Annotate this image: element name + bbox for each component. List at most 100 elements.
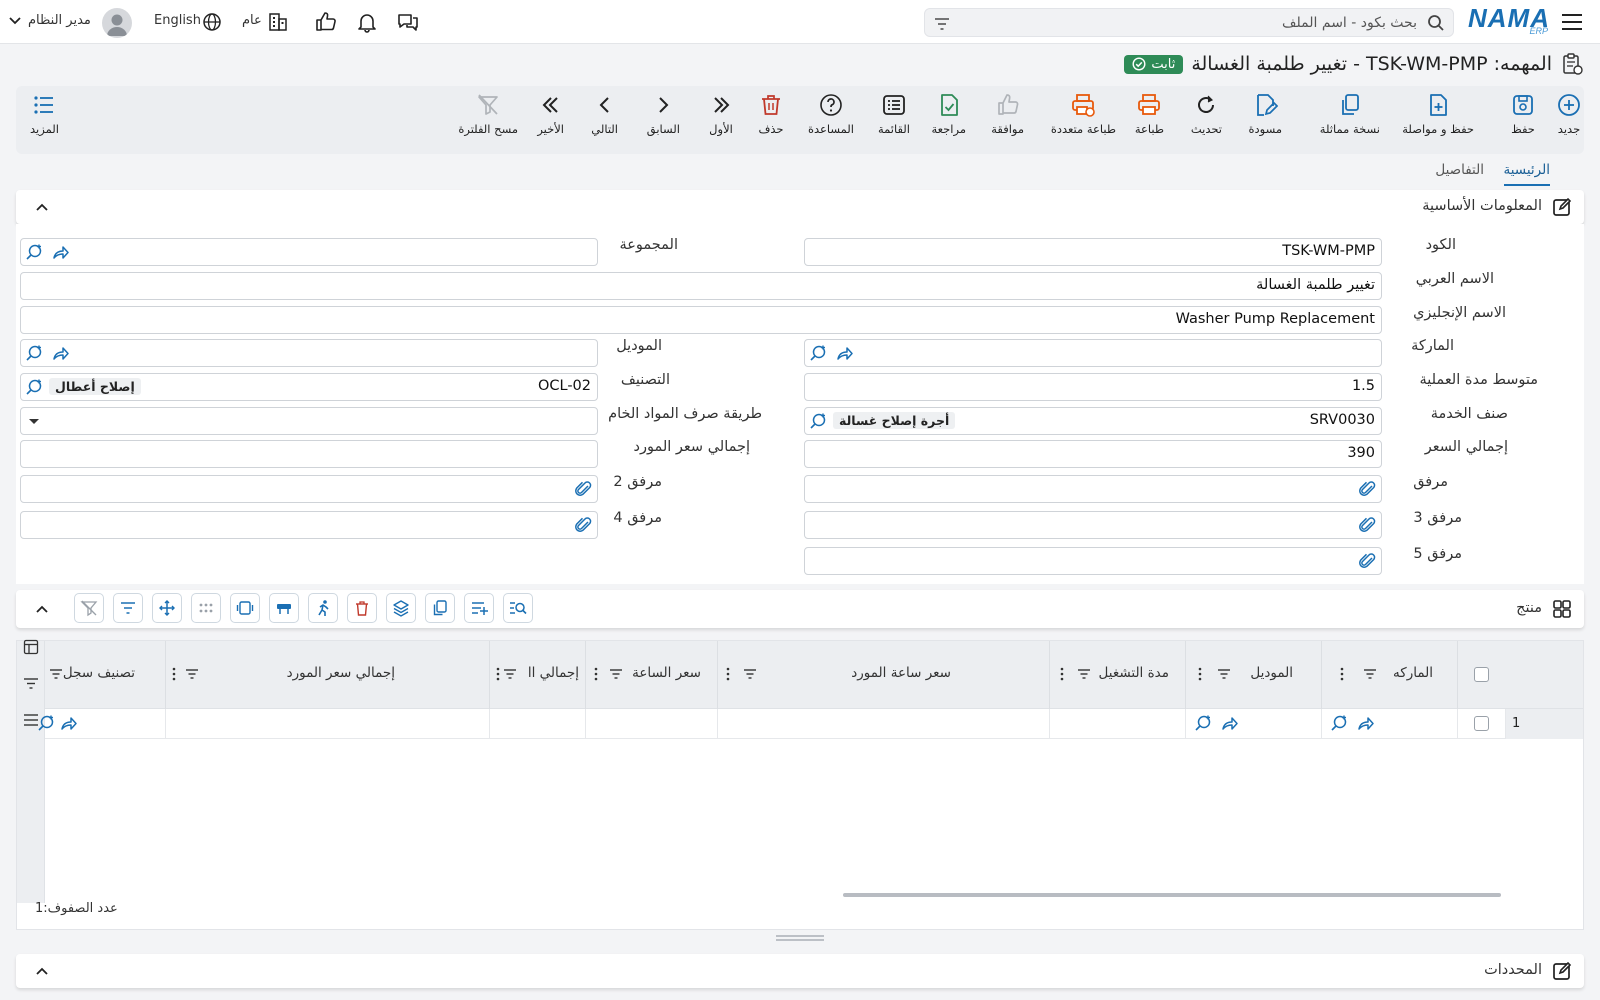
chevron-up-icon[interactable] xyxy=(34,199,50,215)
horizontal-scrollbar[interactable] xyxy=(843,893,1501,897)
model-field[interactable] xyxy=(20,339,598,367)
nama-erp-logo[interactable]: NAMA ERP xyxy=(1468,4,1550,38)
review-button[interactable]: مراجعة xyxy=(931,92,966,136)
grid-col-total-supplier-price[interactable]: إجمالي سعر المورد xyxy=(165,641,489,709)
column-filter-icon[interactable] xyxy=(609,667,623,681)
filter-icon[interactable] xyxy=(933,15,951,33)
chevron-down-icon[interactable] xyxy=(8,14,22,28)
bell-icon[interactable] xyxy=(355,11,379,33)
grid-col-hour-price[interactable]: سعر الساعة xyxy=(585,641,717,709)
code-field[interactable]: TSK-WM-PMP xyxy=(804,238,1382,266)
grid-run-button[interactable] xyxy=(308,593,338,623)
column-filter-icon[interactable] xyxy=(49,667,63,681)
grid-col-record-class[interactable]: تصنيف سجل xyxy=(45,641,165,709)
language-switch[interactable]: English xyxy=(154,13,201,28)
share-arrow-icon[interactable] xyxy=(51,243,70,262)
new-button[interactable]: جديد xyxy=(1556,92,1582,136)
grid-col-brand[interactable]: الماركه xyxy=(1321,641,1457,709)
grid-add-row-button[interactable] xyxy=(464,593,494,623)
previous-button[interactable]: السابق xyxy=(647,92,680,136)
chevron-up-icon[interactable] xyxy=(34,601,50,617)
paperclip-icon[interactable] xyxy=(1358,516,1377,535)
search-plus-icon[interactable] xyxy=(809,344,828,363)
share-arrow-icon[interactable] xyxy=(1356,714,1375,733)
search-plus-icon[interactable] xyxy=(37,714,56,733)
share-arrow-icon[interactable] xyxy=(1220,714,1239,733)
grid-search-button[interactable] xyxy=(503,593,533,623)
column-filter-icon[interactable] xyxy=(1363,667,1377,681)
row-supplier-hour-price-cell[interactable] xyxy=(717,709,1049,739)
row-hour-price-cell[interactable] xyxy=(585,709,717,739)
grid-filter-button[interactable] xyxy=(113,593,143,623)
attachment3-field[interactable] xyxy=(804,511,1382,539)
grid-move-button[interactable] xyxy=(152,593,182,623)
category-field[interactable]: OCL-02 إصلاح أعطال xyxy=(20,373,598,401)
search-plus-icon[interactable] xyxy=(25,344,44,363)
paperclip-icon[interactable] xyxy=(574,480,593,499)
search-input[interactable] xyxy=(977,9,1417,36)
building-icon[interactable] xyxy=(266,11,290,33)
grid-fit-columns-button[interactable] xyxy=(230,593,260,623)
list-button[interactable]: القائمة xyxy=(878,92,910,136)
attachment5-field[interactable] xyxy=(804,547,1382,575)
avg-duration-field[interactable]: 1.5 xyxy=(804,373,1382,401)
grid-clear-filter-button[interactable] xyxy=(74,593,104,623)
column-filter-icon[interactable] xyxy=(743,667,757,681)
chevron-up-icon[interactable] xyxy=(34,963,50,979)
grid-dots-button[interactable] xyxy=(191,593,221,623)
clear-filter-button[interactable]: مسح الفلترة xyxy=(458,92,518,136)
globe-icon[interactable] xyxy=(200,11,224,33)
total-supplier-price-field[interactable] xyxy=(20,440,598,468)
grid-col-supplier-hour-price[interactable]: سعر ساعة المورد xyxy=(717,641,1049,709)
row-total-supplier-price-cell[interactable] xyxy=(165,709,489,739)
next-button[interactable]: التالي xyxy=(591,92,618,136)
column-menu-icon[interactable] xyxy=(1197,667,1203,681)
grid-col-run-duration[interactable]: مدة التشغيل xyxy=(1049,641,1185,709)
search-plus-icon[interactable] xyxy=(25,378,44,397)
select-all-checkbox[interactable] xyxy=(1474,667,1489,682)
share-arrow-icon[interactable] xyxy=(51,344,70,363)
save-continue-button[interactable]: حفظ و مواصلة xyxy=(1402,92,1474,136)
first-button[interactable]: الأول xyxy=(708,92,734,136)
row-checkbox[interactable] xyxy=(1474,716,1489,731)
table-row[interactable]: 1 xyxy=(38,709,1583,739)
raw-material-select[interactable] xyxy=(20,407,598,435)
paperclip-icon[interactable] xyxy=(1358,552,1377,571)
share-arrow-icon[interactable] xyxy=(59,714,78,733)
more-button[interactable]: المزيد xyxy=(30,92,59,136)
total-price-field[interactable]: 390 xyxy=(804,440,1382,468)
save-button[interactable]: حفظ xyxy=(1510,92,1536,136)
search-plus-icon[interactable] xyxy=(809,412,828,431)
row-brand-cell[interactable] xyxy=(1321,709,1457,739)
thumbs-up-icon[interactable] xyxy=(314,11,338,33)
row-model-cell[interactable] xyxy=(1185,709,1321,739)
row-record-class-cell[interactable] xyxy=(38,709,165,739)
filter-lines-icon[interactable] xyxy=(23,675,39,691)
table-columns-icon[interactable] xyxy=(23,639,39,655)
grid-freeze-button[interactable] xyxy=(269,593,299,623)
grid-col-model[interactable]: الموديل xyxy=(1185,641,1321,709)
search-plus-icon[interactable] xyxy=(1330,714,1349,733)
chat-icon[interactable] xyxy=(396,11,420,33)
paperclip-icon[interactable] xyxy=(574,516,593,535)
tab-details[interactable]: التفاصيل xyxy=(1435,162,1484,184)
column-menu-icon[interactable] xyxy=(1339,667,1345,681)
search-plus-icon[interactable] xyxy=(1194,714,1213,733)
column-menu-icon[interactable] xyxy=(1059,667,1065,681)
column-menu-icon[interactable] xyxy=(725,667,731,681)
group-field[interactable] xyxy=(20,238,598,266)
branch-label[interactable]: عام xyxy=(242,13,262,28)
user-name[interactable]: مدير النظام xyxy=(28,13,91,28)
tab-main[interactable]: الرئيسية xyxy=(1503,162,1550,186)
multi-print-button[interactable]: طباعة متعددة xyxy=(1051,92,1116,136)
english-name-field[interactable]: Washer Pump Replacement xyxy=(20,306,1382,334)
search-icon[interactable] xyxy=(1427,14,1445,32)
caret-down-icon[interactable] xyxy=(27,414,41,428)
attachment2-field[interactable] xyxy=(20,475,598,503)
attachment4-field[interactable] xyxy=(20,511,598,539)
attachment-field[interactable] xyxy=(804,475,1382,503)
hamburger-menu-icon[interactable] xyxy=(1560,11,1584,33)
arabic-name-field[interactable]: تغيير طلمبة الغسالة xyxy=(20,272,1382,300)
service-item-field[interactable]: SRV0030 أجرة إصلاح غسالة xyxy=(804,407,1382,435)
column-menu-icon[interactable] xyxy=(495,667,501,681)
